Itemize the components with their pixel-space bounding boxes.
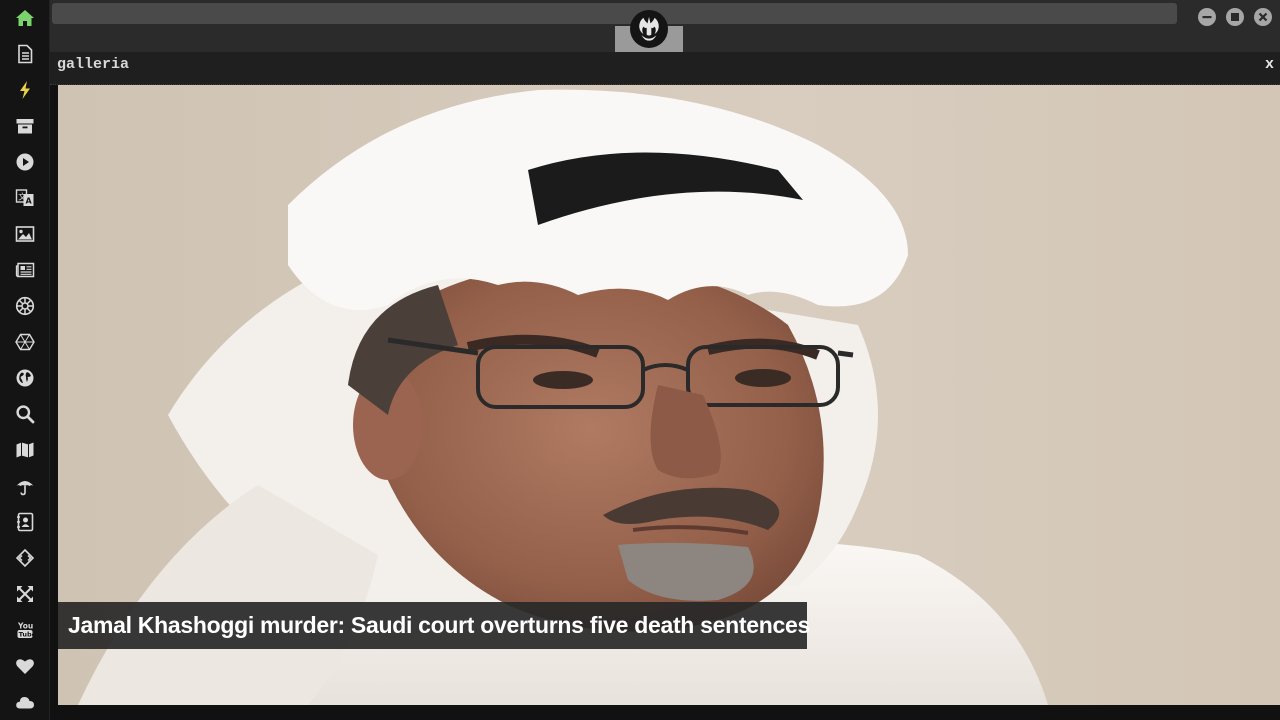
sidebar-item-search[interactable] — [0, 396, 50, 432]
svg-text:You: You — [17, 622, 33, 631]
minimize-button[interactable] — [1198, 8, 1216, 26]
sidebar-item-document[interactable] — [0, 36, 50, 72]
sidebar: 文A You Tube — [0, 0, 50, 720]
sidebar-item-play[interactable] — [0, 144, 50, 180]
code-diamond-icon — [15, 548, 35, 568]
image-icon — [15, 226, 35, 242]
close-window-button[interactable] — [1254, 8, 1272, 26]
svg-text:A: A — [26, 197, 33, 206]
sidebar-item-hexagon[interactable] — [0, 324, 50, 360]
sidebar-item-home[interactable] — [0, 0, 50, 36]
cloud-icon — [16, 697, 34, 709]
sidebar-item-heart[interactable] — [0, 648, 50, 684]
gallery: Jamal Khashoggi murder: Saudi court over… — [50, 85, 1280, 720]
svg-text:Tube: Tube — [19, 631, 35, 639]
top-bar — [50, 0, 1280, 52]
sidebar-item-newspaper[interactable] — [0, 252, 50, 288]
sidebar-item-image[interactable] — [0, 216, 50, 252]
hexagon-icon — [15, 333, 35, 351]
maximize-button[interactable] — [1226, 8, 1244, 26]
sidebar-item-globe[interactable] — [0, 360, 50, 396]
home-icon — [16, 10, 34, 26]
panel-title: galleria — [57, 56, 130, 73]
map-icon — [16, 442, 34, 458]
sidebar-item-code[interactable] — [0, 540, 50, 576]
sidebar-item-expand[interactable] — [0, 576, 50, 612]
rebel-alliance-icon[interactable] — [630, 10, 668, 48]
lightning-icon — [20, 81, 30, 99]
sidebar-item-lightning[interactable] — [0, 72, 50, 108]
empire-icon — [15, 296, 35, 316]
address-bar[interactable] — [52, 3, 1177, 24]
sidebar-item-translate[interactable]: 文A — [0, 180, 50, 216]
search-icon — [16, 405, 35, 424]
contact-book-icon — [17, 512, 34, 532]
youtube-icon: YouTube — [17, 622, 35, 639]
translate-icon: 文A — [15, 189, 34, 206]
document-icon — [18, 44, 33, 64]
archive-icon — [16, 119, 34, 134]
umbrella-icon — [16, 481, 34, 496]
newspaper-icon — [15, 262, 35, 278]
panel-close-button[interactable]: x — [1265, 56, 1274, 73]
sidebar-item-cloud[interactable] — [0, 684, 50, 720]
heart-icon — [16, 659, 34, 674]
play-icon — [16, 153, 34, 171]
close-icon — [1258, 12, 1268, 22]
sidebar-item-contacts[interactable] — [0, 504, 50, 540]
globe-icon — [16, 369, 34, 387]
sidebar-item-map[interactable] — [0, 432, 50, 468]
sidebar-item-empire[interactable] — [0, 288, 50, 324]
sidebar-item-archive[interactable] — [0, 108, 50, 144]
minimize-icon — [1202, 16, 1212, 19]
sidebar-item-youtube[interactable]: You Tube — [0, 612, 50, 648]
maximize-icon — [1231, 13, 1239, 21]
sidebar-item-umbrella[interactable] — [0, 468, 50, 504]
panel-title-bar: galleria x — [50, 52, 1280, 85]
expand-icon — [17, 586, 33, 602]
gallery-caption: Jamal Khashoggi murder: Saudi court over… — [58, 602, 810, 649]
